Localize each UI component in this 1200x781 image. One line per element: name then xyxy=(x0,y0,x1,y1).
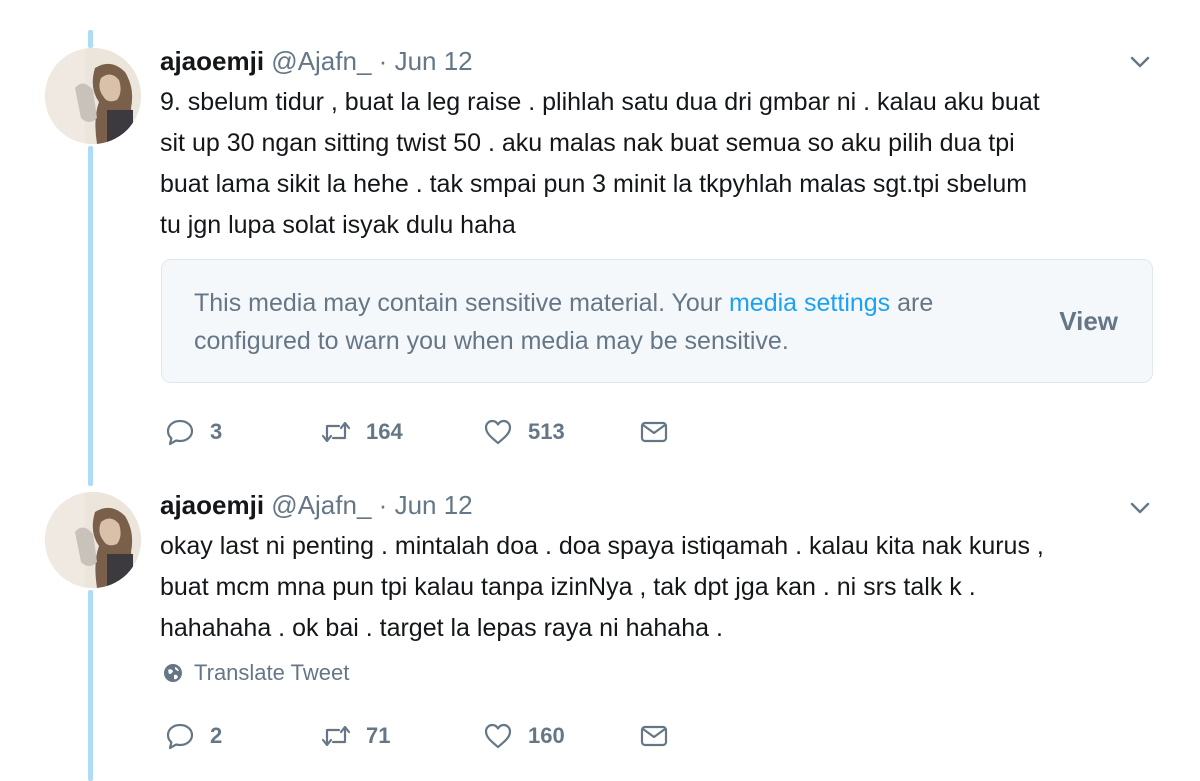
reply-button[interactable]: 3 xyxy=(164,414,222,450)
user-handle[interactable]: @Ajafn_ xyxy=(271,490,371,520)
globe-icon xyxy=(164,664,182,682)
like-count: 160 xyxy=(528,723,565,748)
avatar[interactable] xyxy=(45,48,141,144)
like-button[interactable]: 513 xyxy=(482,414,565,450)
tweet-1[interactable]: ajaoemji @Ajafn_ · Jun 12 9. sbelum tidu… xyxy=(0,0,1200,470)
heart-icon xyxy=(484,419,512,445)
translate-label: Translate Tweet xyxy=(194,660,350,685)
reply-count: 2 xyxy=(210,723,223,748)
reply-icon xyxy=(166,723,194,750)
chevron-down-icon[interactable] xyxy=(1126,494,1154,522)
envelope-icon xyxy=(640,421,668,443)
tweet-text: 9. sbelum tidur , buat la leg raise . pl… xyxy=(160,88,1040,239)
retweet-count: 71 xyxy=(366,723,391,748)
like-button[interactable]: 160 xyxy=(482,718,565,754)
reply-count: 3 xyxy=(210,419,223,444)
separator-dot: · xyxy=(378,490,388,520)
tweet-header: ajaoemji @Ajafn_ · Jun 12 xyxy=(160,490,473,520)
avatar[interactable] xyxy=(45,492,141,588)
retweet-button[interactable]: 164 xyxy=(320,414,403,450)
envelope-icon xyxy=(640,725,668,747)
sensitive-media-warning: This media may contain sensitive materia… xyxy=(161,259,1153,383)
reply-icon xyxy=(166,419,194,446)
profile-photo xyxy=(45,492,141,588)
user-handle[interactable]: @Ajafn_ xyxy=(271,46,371,76)
view-media-button[interactable]: View xyxy=(1059,306,1118,337)
retweet-button[interactable]: 71 xyxy=(320,718,390,754)
tweet-header: ajaoemji @Ajafn_ · Jun 12 xyxy=(160,46,473,76)
tweet-date[interactable]: Jun 12 xyxy=(395,46,473,76)
heart-icon xyxy=(484,723,512,749)
chevron-down-icon[interactable] xyxy=(1126,48,1154,76)
tweet-date[interactable]: Jun 12 xyxy=(395,490,473,520)
translate-tweet-link[interactable]: Translate Tweet xyxy=(162,660,349,686)
reply-button[interactable]: 2 xyxy=(164,718,222,754)
like-count: 513 xyxy=(528,419,565,444)
warning-text-start: This media may contain sensitive materia… xyxy=(194,289,729,317)
media-settings-link[interactable]: media settings xyxy=(729,289,890,317)
direct-message-button[interactable] xyxy=(638,718,670,754)
profile-photo xyxy=(45,48,141,144)
display-name[interactable]: ajaoemji xyxy=(160,490,264,520)
sensitive-media-message: This media may contain sensitive materia… xyxy=(194,284,984,360)
display-name[interactable]: ajaoemji xyxy=(160,46,264,76)
retweet-icon xyxy=(321,421,351,443)
tweet-text: okay last ni penting . mintalah doa . do… xyxy=(160,532,1044,642)
retweet-icon xyxy=(321,725,351,747)
direct-message-button[interactable] xyxy=(638,414,670,450)
retweet-count: 164 xyxy=(366,419,403,444)
separator-dot: · xyxy=(378,46,388,76)
